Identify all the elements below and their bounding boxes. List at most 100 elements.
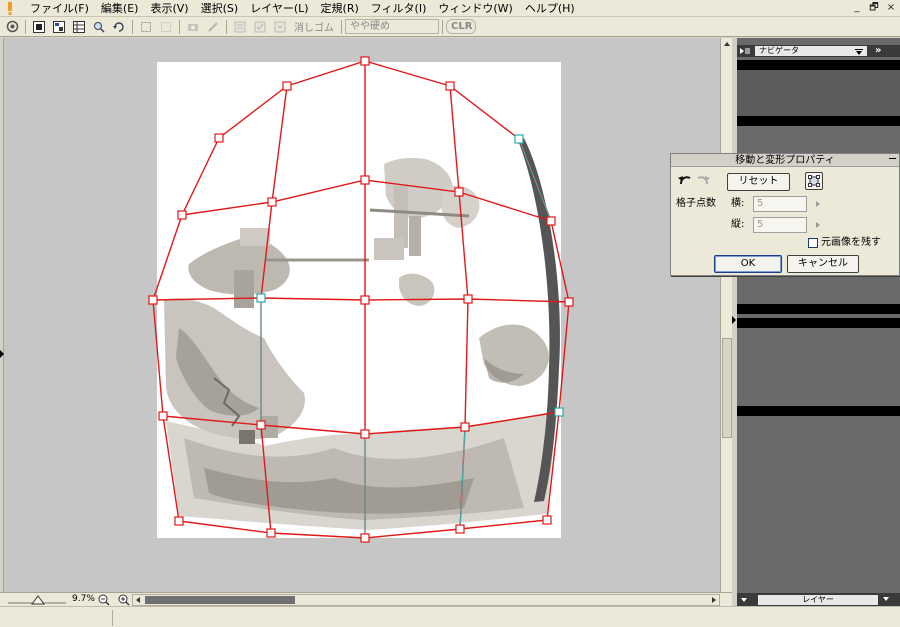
keep-original-label: 元画像を残す (821, 237, 881, 248)
expand-down-icon[interactable] (740, 597, 748, 603)
layer-copy-icon[interactable] (232, 19, 248, 35)
eraser-label[interactable]: 消しゴム (290, 19, 338, 34)
camera-icon[interactable] (185, 19, 201, 35)
zoom-in-icon[interactable] (118, 594, 130, 606)
canvas-area[interactable] (4, 38, 720, 592)
mesh-control-point[interactable] (282, 81, 292, 91)
vertical-scroll-thumb[interactable] (722, 338, 732, 438)
menu-file[interactable]: ファイル(F) (24, 0, 95, 17)
mesh-control-point[interactable] (360, 56, 370, 66)
menu-view[interactable]: 表示(V) (144, 0, 194, 17)
menu-window[interactable]: ウィンドウ(W) (432, 0, 518, 17)
horizontal-grid-input[interactable]: 5 (753, 196, 807, 212)
mesh-control-point[interactable] (360, 295, 370, 305)
horizontal-scrollbar[interactable] (132, 594, 720, 606)
mesh-control-point[interactable] (454, 187, 464, 197)
status-divider (112, 610, 113, 626)
minimize-dialog-icon[interactable] (889, 158, 896, 159)
tab-layer[interactable]: レイヤー (758, 594, 878, 605)
vertical-scrollbar[interactable] (720, 38, 732, 604)
menu-edit[interactable]: 編集(E) (95, 0, 145, 17)
mesh-control-point[interactable] (360, 175, 370, 185)
layer-check-icon[interactable] (252, 19, 268, 35)
collapse-panel-icon[interactable]: » (875, 45, 881, 57)
window-layout-icon[interactable] (51, 19, 67, 35)
mesh-control-point[interactable] (554, 407, 564, 417)
vertical-grid-input[interactable]: 5 (753, 217, 807, 233)
mesh-control-point[interactable] (148, 295, 158, 305)
mesh-control-point[interactable] (514, 134, 524, 144)
mesh-control-point[interactable] (360, 429, 370, 439)
horizontal-scroll-thumb[interactable] (145, 596, 295, 604)
gear-icon[interactable] (4, 19, 20, 35)
mesh-control-point[interactable] (177, 210, 187, 220)
restore-button[interactable]: 🗗 (866, 1, 882, 16)
minimize-button[interactable]: _ (849, 1, 865, 16)
mesh-control-point[interactable] (256, 420, 266, 430)
scroll-up-arrow-icon[interactable] (722, 39, 732, 49)
scroll-right-arrow-icon[interactable] (710, 596, 718, 604)
new-canvas-icon[interactable] (31, 19, 47, 35)
mesh-control-point[interactable] (360, 533, 370, 543)
status-bar (0, 606, 900, 627)
app-logo-icon (4, 1, 16, 15)
mesh-control-point[interactable] (542, 515, 552, 525)
horizontal-spin-icon[interactable] (816, 201, 820, 207)
zoom-level: 9.7% (72, 594, 95, 604)
mesh-control-point[interactable] (174, 516, 184, 526)
navigator-preview-bar (737, 406, 900, 416)
ok-button[interactable]: OK (714, 255, 782, 273)
right-dock: ナビゲータ » レイヤー (732, 38, 900, 606)
transform-properties-dialog: 移動と変形プロパティ リセット 格子点数 横: 5 縦: 5 元画像を残す OK… (670, 153, 900, 276)
panel-menu-icon[interactable] (739, 46, 753, 56)
mesh-control-point[interactable] (445, 81, 455, 91)
mesh-control-point[interactable] (460, 422, 470, 432)
mesh-control-point[interactable] (266, 528, 276, 538)
mesh-control-point[interactable] (214, 133, 224, 143)
rotate-view-icon[interactable] (111, 19, 127, 35)
zoom-slider[interactable] (6, 595, 68, 605)
zoom-view-icon[interactable] (91, 19, 107, 35)
layer-down-icon[interactable] (272, 19, 288, 35)
tab-dropdown-icon[interactable] (855, 48, 863, 58)
menu-help[interactable]: ヘルプ(H) (519, 0, 581, 17)
scroll-left-arrow-icon[interactable] (134, 596, 142, 604)
menu-layer[interactable]: レイヤー(L) (244, 0, 314, 17)
grid-layout-icon[interactable] (71, 19, 87, 35)
keep-original-checkbox[interactable] (808, 238, 818, 248)
mesh-control-point[interactable] (455, 524, 465, 534)
deselect-icon[interactable] (158, 19, 174, 35)
app-window: ファイル(F) 編集(E) 表示(V) 選択(S) レイヤー(L) 定規(R) … (0, 0, 900, 627)
menu-filter[interactable]: フィルタ(I) (365, 0, 433, 17)
toolbar: 消しゴム やや硬め CLR (0, 17, 900, 37)
mesh-control-point[interactable] (158, 411, 168, 421)
vertical-label: 縦: (731, 219, 745, 230)
clear-button[interactable]: CLR (446, 19, 476, 34)
pen-icon[interactable] (205, 19, 221, 35)
redo-icon[interactable] (695, 174, 711, 186)
hardness-select[interactable]: やや硬め (345, 19, 439, 34)
vertical-spin-icon[interactable] (816, 222, 820, 228)
mesh-overlay[interactable] (4, 38, 720, 592)
layer-panel-menu-icon[interactable] (882, 595, 890, 604)
mesh-control-point[interactable] (463, 294, 473, 304)
mesh-control-point[interactable] (546, 216, 556, 226)
select-all-icon[interactable] (138, 19, 154, 35)
tab-navigator[interactable]: ナビゲータ (755, 46, 867, 56)
reset-button[interactable]: リセット (727, 173, 790, 191)
mesh-control-point[interactable] (256, 293, 266, 303)
fit-transform-icon[interactable] (805, 172, 823, 190)
mesh-control-point[interactable] (564, 297, 574, 307)
toolbar-separator (442, 19, 443, 34)
toolbar-separator (226, 19, 227, 34)
dialog-title-bar[interactable]: 移動と変形プロパティ (671, 154, 899, 167)
cancel-button[interactable]: キャンセル (787, 255, 859, 273)
close-button[interactable]: × (883, 1, 899, 16)
zoom-out-icon[interactable] (98, 594, 110, 606)
undo-icon[interactable] (677, 174, 693, 186)
mesh-control-point[interactable] (267, 197, 277, 207)
window-controls: _ 🗗 × (849, 0, 900, 17)
menu-ruler[interactable]: 定規(R) (315, 0, 365, 17)
menu-select[interactable]: 選択(S) (195, 0, 245, 17)
dialog-title: 移動と変形プロパティ (735, 155, 835, 166)
